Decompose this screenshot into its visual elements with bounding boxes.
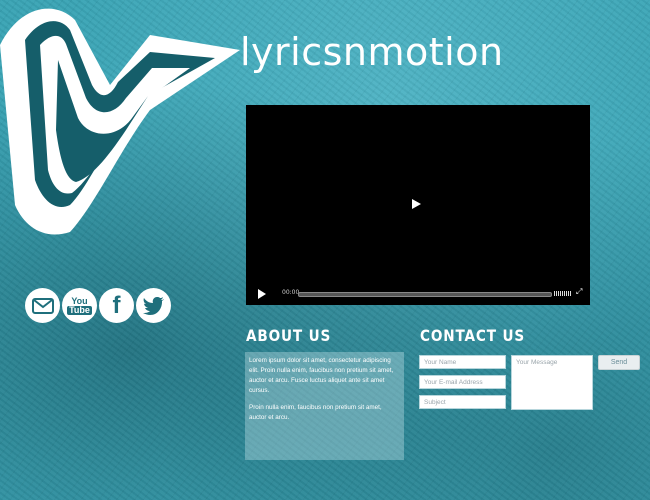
about-paragraph: Lorem ipsum dolor sit amet, consectetur … <box>249 357 394 394</box>
brand-name[interactable]: lyricsnmotion <box>240 30 504 74</box>
facebook-icon: f <box>112 291 121 319</box>
email-input[interactable]: Your E-mail Address <box>419 375 506 389</box>
youtube-button[interactable]: You Tube <box>62 288 97 323</box>
about-text-box: Lorem ipsum dolor sit amet, consectetur … <box>245 352 404 460</box>
video-time: 00:00 <box>282 289 300 296</box>
play-button[interactable] <box>258 289 266 299</box>
fullscreen-icon[interactable]: ⤢ <box>576 288 584 296</box>
video-controls: 00:00 ⤢ <box>246 283 590 305</box>
twitter-icon <box>142 296 164 315</box>
twitter-button[interactable] <box>136 288 171 323</box>
volume-slider[interactable] <box>554 291 572 296</box>
brand-logo-icon[interactable] <box>0 0 240 240</box>
message-textarea[interactable]: Your Message <box>511 355 593 410</box>
youtube-icon: You Tube <box>67 295 92 315</box>
email-icon <box>31 297 54 314</box>
video-progress-bar[interactable] <box>298 292 552 297</box>
name-input[interactable]: Your Name <box>419 355 506 369</box>
subject-input[interactable]: Subject <box>419 395 506 409</box>
send-button[interactable]: Send <box>598 355 640 370</box>
contact-title: CONTACT US <box>420 326 526 345</box>
about-title: ABOUT US <box>246 326 332 345</box>
video-player[interactable]: 00:00 ⤢ <box>246 105 590 305</box>
email-button[interactable] <box>25 288 60 323</box>
about-paragraph: Proin nulla enim, faucibus non pretium s… <box>249 404 382 421</box>
facebook-button[interactable]: f <box>99 288 134 323</box>
play-icon[interactable] <box>412 199 421 209</box>
